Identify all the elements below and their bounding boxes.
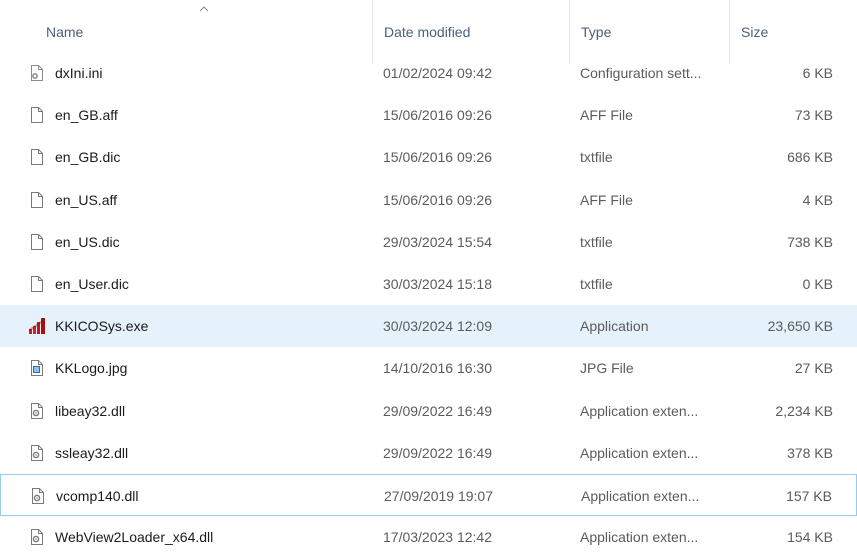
file-date-modified: 15/06/2016 09:26 bbox=[383, 107, 492, 124]
kkicosys-app-icon bbox=[28, 317, 46, 335]
sort-ascending-icon bbox=[199, 6, 209, 12]
file-row[interactable]: en_GB.dic 15/06/2016 09:26 txtfile 686 K… bbox=[0, 136, 857, 178]
blank-file-icon bbox=[28, 191, 46, 209]
file-row[interactable]: ssleay32.dll 29/09/2022 16:49 Applicatio… bbox=[0, 432, 857, 474]
file-name: vcomp140.dll bbox=[56, 487, 139, 504]
file-type: JPG File bbox=[580, 360, 634, 377]
file-date-modified: 14/10/2016 16:30 bbox=[383, 360, 492, 377]
file-row-focused[interactable]: vcomp140.dll 27/09/2019 19:07 Applicatio… bbox=[0, 473, 857, 517]
file-name: en_US.aff bbox=[55, 191, 118, 208]
file-date-modified: 01/02/2024 09:42 bbox=[383, 65, 492, 81]
file-rows: dxIni.ini 01/02/2024 09:42 Configuration… bbox=[0, 52, 857, 558]
file-row[interactable]: libeay32.dll 29/09/2022 16:49 Applicatio… bbox=[0, 390, 857, 432]
file-row[interactable]: en_US.aff 15/06/2016 09:26 AFF File 4 KB bbox=[0, 179, 857, 221]
file-type: Application exten... bbox=[581, 487, 700, 504]
file-name: ssleay32.dll bbox=[55, 444, 129, 461]
file-row[interactable]: WebView2Loader_x64.dll 17/03/2023 12:42 … bbox=[0, 516, 857, 558]
file-type: Application exten... bbox=[580, 402, 699, 419]
file-date-modified: 15/06/2016 09:26 bbox=[383, 149, 492, 166]
file-date-modified: 29/09/2022 16:49 bbox=[383, 444, 492, 461]
dll-file-icon bbox=[28, 444, 46, 462]
blank-file-icon bbox=[28, 148, 46, 166]
file-date-modified: 30/03/2024 12:09 bbox=[383, 318, 492, 335]
file-name: KKICOSys.exe bbox=[55, 318, 149, 335]
file-type: Application bbox=[580, 318, 649, 335]
blank-file-icon bbox=[28, 275, 46, 293]
file-size: 2,234 KB bbox=[775, 402, 833, 419]
dll-file-icon bbox=[28, 528, 46, 546]
file-date-modified: 29/09/2022 16:49 bbox=[383, 402, 492, 419]
file-name: en_US.dic bbox=[55, 233, 120, 250]
file-date-modified: 29/03/2024 15:54 bbox=[383, 233, 492, 250]
file-row-selected[interactable]: KKICOSys.exe 30/03/2024 12:09 Applicatio… bbox=[0, 305, 857, 348]
dll-file-icon bbox=[28, 402, 46, 420]
blank-file-icon bbox=[28, 233, 46, 251]
image-file-icon bbox=[28, 359, 46, 377]
file-type: Application exten... bbox=[580, 529, 699, 546]
file-type: txtfile bbox=[580, 233, 613, 250]
file-size: 157 KB bbox=[786, 487, 832, 504]
file-date-modified: 27/09/2019 19:07 bbox=[384, 487, 493, 504]
file-row[interactable]: en_US.dic 29/03/2024 15:54 txtfile 738 K… bbox=[0, 221, 857, 263]
file-type: txtfile bbox=[580, 149, 613, 166]
blank-file-icon bbox=[28, 106, 46, 124]
file-name: libeay32.dll bbox=[55, 402, 126, 419]
file-type: AFF File bbox=[580, 191, 633, 208]
file-type: txtfile bbox=[580, 275, 613, 292]
settings-file-icon bbox=[28, 64, 46, 82]
dll-file-icon bbox=[29, 487, 47, 505]
file-row[interactable]: dxIni.ini 01/02/2024 09:42 Configuration… bbox=[0, 52, 857, 94]
file-size: 73 KB bbox=[794, 107, 833, 124]
file-size: 6 KB bbox=[802, 65, 833, 81]
file-name: KKLogo.jpg bbox=[55, 360, 128, 377]
file-size: 0 KB bbox=[802, 275, 833, 292]
file-size: 686 KB bbox=[787, 149, 833, 166]
file-date-modified: 17/03/2023 12:42 bbox=[383, 529, 492, 546]
file-name: en_GB.dic bbox=[55, 149, 121, 166]
file-type: Configuration sett... bbox=[580, 65, 702, 81]
file-type: AFF File bbox=[580, 107, 633, 124]
file-name: WebView2Loader_x64.dll bbox=[55, 529, 214, 546]
file-size: 23,650 KB bbox=[767, 318, 833, 335]
file-size: 4 KB bbox=[802, 191, 833, 208]
column-header-type-label: Type bbox=[581, 24, 612, 40]
file-size: 738 KB bbox=[787, 233, 833, 250]
file-row[interactable]: en_GB.aff 15/06/2016 09:26 AFF File 73 K… bbox=[0, 94, 857, 136]
file-type: Application exten... bbox=[580, 444, 699, 461]
file-size: 27 KB bbox=[794, 360, 833, 377]
file-name: en_User.dic bbox=[55, 275, 129, 292]
column-header-name-label: Name bbox=[46, 24, 84, 40]
file-size: 154 KB bbox=[787, 529, 833, 546]
column-header-size-label: Size bbox=[741, 24, 769, 40]
column-header-date-label: Date modified bbox=[384, 24, 471, 40]
file-size: 378 KB bbox=[787, 444, 833, 461]
file-date-modified: 15/06/2016 09:26 bbox=[383, 191, 492, 208]
file-date-modified: 30/03/2024 15:18 bbox=[383, 275, 492, 292]
file-row[interactable]: en_User.dic 30/03/2024 15:18 txtfile 0 K… bbox=[0, 263, 857, 305]
file-name: dxIni.ini bbox=[55, 65, 103, 81]
file-name: en_GB.aff bbox=[55, 107, 118, 124]
file-list-view: Name Date modified Type Size dxIni.ini 0… bbox=[0, 0, 857, 548]
file-row[interactable]: KKLogo.jpg 14/10/2016 16:30 JPG File 27 … bbox=[0, 347, 857, 389]
